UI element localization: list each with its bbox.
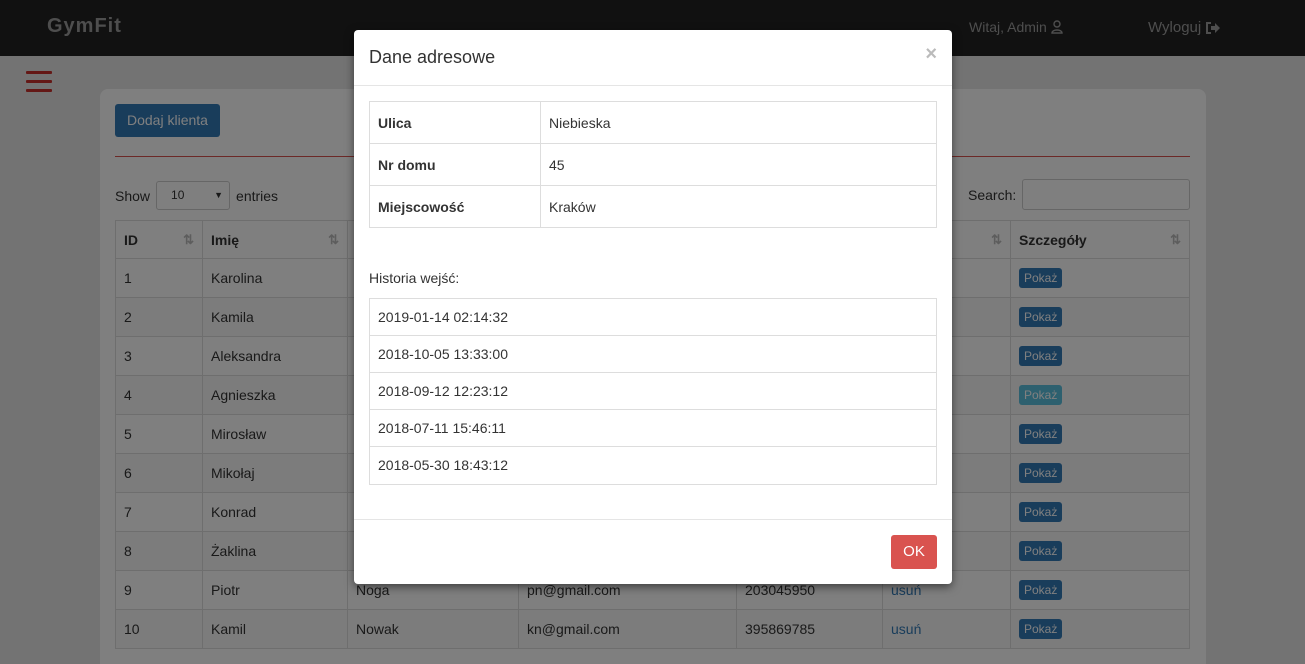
history-item: 2019-01-14 02:14:32 [370, 299, 936, 336]
ok-button[interactable]: OK [891, 535, 937, 569]
address-value: Kraków [540, 185, 937, 228]
modal-footer: OK [354, 519, 952, 584]
history-label: Historia wejść: [369, 270, 460, 286]
address-modal: Dane adresowe × Ulica Niebieska Nr domu … [354, 30, 952, 584]
history-item: 2018-10-05 13:33:00 [370, 336, 936, 373]
entry-history-list: 2019-01-14 02:14:32 2018-10-05 13:33:00 … [369, 298, 937, 485]
address-key: Miejscowość [369, 185, 541, 228]
modal-title: Dane adresowe [369, 47, 496, 67]
history-item: 2018-09-12 12:23:12 [370, 373, 936, 410]
history-item: 2018-07-11 15:46:11 [370, 410, 936, 447]
address-table: Ulica Niebieska Nr domu 45 Miejscowość K… [369, 101, 937, 228]
address-row: Miejscowość Kraków [369, 185, 937, 228]
address-key: Ulica [369, 101, 541, 144]
close-icon[interactable]: × [925, 43, 937, 66]
address-value: 45 [540, 143, 937, 186]
address-value: Niebieska [540, 101, 937, 144]
modal-header: Dane adresowe × [354, 30, 952, 86]
address-row: Ulica Niebieska [369, 101, 937, 144]
history-item: 2018-05-30 18:43:12 [378, 457, 508, 473]
address-key: Nr domu [369, 143, 541, 186]
address-row: Nr domu 45 [369, 143, 937, 186]
